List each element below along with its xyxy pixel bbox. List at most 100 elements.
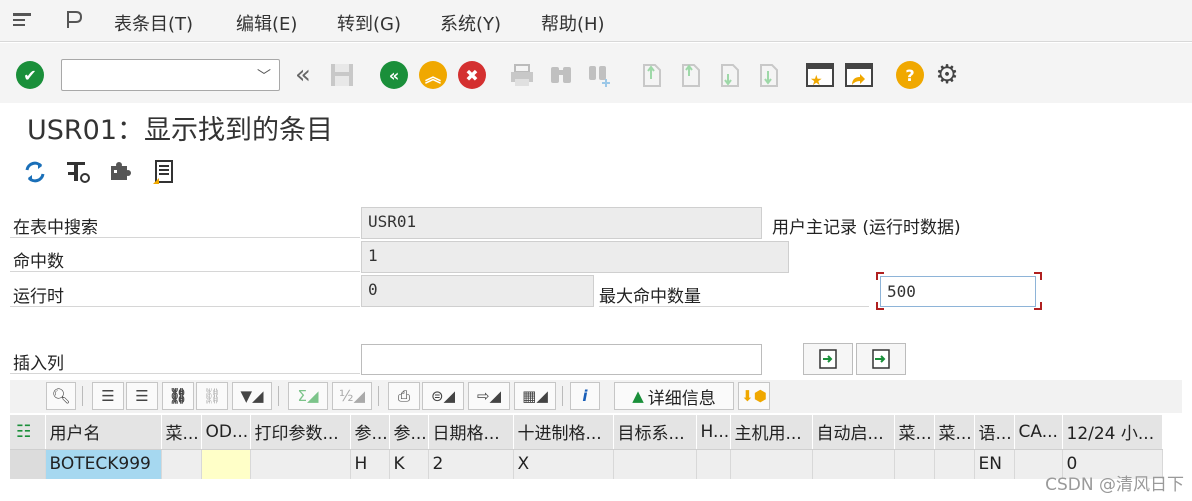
table-cell[interactable]: X <box>513 449 614 479</box>
column-header[interactable]: CA... <box>1014 415 1063 450</box>
find-button[interactable]: ⛓ <box>162 382 194 410</box>
table-cell[interactable] <box>250 449 351 479</box>
find-next-icon <box>589 66 610 87</box>
save-icon <box>331 64 353 86</box>
print-preview-button[interactable]: ⎙ <box>388 382 420 410</box>
table-cell[interactable]: BOTECK999 <box>45 449 162 479</box>
column-header[interactable]: 十进制格... <box>513 415 614 450</box>
menu-edit[interactable]: 编辑(E) <box>236 10 297 36</box>
shortcut-icon[interactable] <box>843 61 875 89</box>
cancel-button[interactable]: ✖ <box>458 61 486 89</box>
max-hits-input[interactable]: 500 <box>880 276 1036 307</box>
column-header[interactable]: 打印参数... <box>250 415 351 450</box>
sort-ascending-button[interactable]: ☰ <box>92 382 124 410</box>
display-settings-icon[interactable] <box>64 158 92 186</box>
insert-all-columns-button[interactable] <box>856 343 906 375</box>
views-icon: ⊜◢ <box>430 387 456 405</box>
table-row[interactable]: BOTECK999 H K 2 X EN 0 <box>10 449 1163 479</box>
insert-column-input[interactable] <box>361 344 762 375</box>
column-header[interactable]: 语... <box>974 415 1015 450</box>
chevron-down-icon[interactable]: ﹀ <box>257 66 271 86</box>
column-header[interactable]: 菜... <box>894 415 935 450</box>
row-selector[interactable] <box>10 449 46 479</box>
table-cell[interactable] <box>934 449 975 479</box>
gear-icon[interactable]: ⚙ <box>933 60 961 90</box>
grid-header-row: ☷ 用户名 菜... OD... 打印参数... 参... 参... 日期格..… <box>10 415 1163 450</box>
back-button[interactable]: « <box>380 61 408 89</box>
cancel-icon: ✖ <box>458 61 486 89</box>
select-all-icon: ☷ <box>16 421 32 442</box>
menu-table-entries[interactable]: 表条目(T) <box>114 10 193 36</box>
filter-button[interactable]: ▼◢ <box>232 382 272 410</box>
document-list-icon[interactable] <box>150 158 178 186</box>
details-button[interactable]: 🔍︎ <box>46 382 76 410</box>
enter-button[interactable]: ✔ <box>16 61 44 89</box>
menu-system[interactable]: 系统(Y) <box>440 10 501 36</box>
create-session-icon[interactable]: ★ <box>804 61 836 89</box>
table-cell[interactable]: K <box>389 449 429 479</box>
layout-icon: ▦◢ <box>522 387 548 405</box>
column-header[interactable]: 自动启... <box>812 415 895 450</box>
collapse-toolbar-icon[interactable]: « <box>289 60 317 90</box>
table-cell[interactable] <box>201 449 251 479</box>
info-button[interactable]: i <box>570 382 600 410</box>
table-cell[interactable] <box>696 449 731 479</box>
table-cell[interactable]: EN <box>974 449 1015 479</box>
column-header[interactable]: 参... <box>389 415 429 450</box>
sort-descending-button[interactable]: ☰ <box>126 382 158 410</box>
help-button[interactable]: ? <box>896 61 924 89</box>
settings-p-icon[interactable] <box>64 11 86 29</box>
table-cell[interactable]: 2 <box>428 449 514 479</box>
detail-info-label: 详细信息 <box>647 388 716 409</box>
insert-column-label: 插入列 <box>13 354 64 374</box>
binoculars-icon: ⛓ <box>168 387 188 405</box>
separator <box>82 386 83 406</box>
table-cell[interactable]: H <box>350 449 390 479</box>
column-header[interactable]: 12/24 小... <box>1062 415 1163 450</box>
layout-button[interactable]: ▦◢ <box>514 382 556 410</box>
magnifier-icon: 🔍︎ <box>51 387 71 405</box>
subtotal-button[interactable]: ½◢ <box>332 382 372 410</box>
column-header[interactable]: 菜... <box>161 415 202 450</box>
column-header[interactable]: 用户名 <box>45 415 162 450</box>
print-icon <box>511 64 533 86</box>
insert-column-icon <box>819 349 837 369</box>
command-field[interactable]: ﹀ <box>61 59 280 91</box>
select-all-cell[interactable]: ☷ <box>10 415 46 450</box>
table-cell[interactable] <box>161 449 202 479</box>
results-grid: ☷ 用户名 菜... OD... 打印参数... 参... 参... 日期格..… <box>10 415 1163 481</box>
refresh-icon[interactable] <box>21 158 49 186</box>
filter-icon: ▼◢ <box>240 387 264 405</box>
insert-column-button[interactable] <box>803 343 853 375</box>
menu-icon[interactable] <box>12 11 34 29</box>
separator <box>562 386 563 406</box>
column-header[interactable]: H... <box>696 415 731 450</box>
help-icon: ? <box>896 61 924 89</box>
views-button[interactable]: ⊜◢ <box>422 382 464 410</box>
table-cell[interactable] <box>613 449 697 479</box>
puzzle-icon[interactable] <box>107 158 135 186</box>
table-cell[interactable] <box>812 449 895 479</box>
column-header[interactable]: 目标系... <box>613 415 697 450</box>
export-button[interactable]: ⇨◢ <box>468 382 510 410</box>
max-hits-label: 最大命中数量 <box>599 287 701 307</box>
sum-button[interactable]: Σ◢ <box>288 382 328 410</box>
column-header[interactable]: OD... <box>201 415 251 450</box>
menu-help[interactable]: 帮助(H) <box>541 10 605 36</box>
column-header[interactable]: 参... <box>350 415 390 450</box>
column-header[interactable]: 日期格... <box>428 415 514 450</box>
exit-button[interactable]: ︽ <box>419 61 447 89</box>
label-underline <box>10 237 360 238</box>
menu-bar: 表条目(T) 编辑(E) 转到(G) 系统(Y) 帮助(H) <box>0 0 1192 42</box>
separator <box>278 386 279 406</box>
detail-info-button[interactable]: ▲ 详细信息 <box>614 382 734 410</box>
table-cell[interactable] <box>894 449 935 479</box>
table-cell[interactable] <box>730 449 813 479</box>
column-header[interactable]: 主机用... <box>730 415 813 450</box>
find-next-button[interactable]: ⛓ <box>196 382 228 410</box>
column-header[interactable]: 菜... <box>934 415 975 450</box>
back-icon: « <box>380 61 408 89</box>
menu-goto[interactable]: 转到(G) <box>337 10 401 36</box>
sort-special-button[interactable]: ⬇⬢ <box>738 382 770 410</box>
alv-toolbar: 🔍︎ ☰ ☰ ⛓ ⛓ ▼◢ Σ◢ ½◢ ⎙ ⊜◢ ⇨◢ ▦◢ i ▲ 详细信息 … <box>10 380 1182 413</box>
